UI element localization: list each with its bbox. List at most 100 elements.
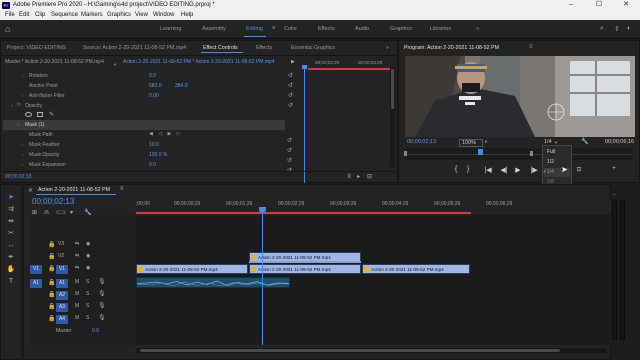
pen-mask-icon[interactable]: ✎ [49,111,54,118]
mask-expansion-value[interactable]: 0.0 [149,162,156,168]
workspace-assembly[interactable]: Assembly [202,26,226,32]
menu-help[interactable]: Help [181,12,193,18]
master-dropdown-icon[interactable]: ▼ [113,62,117,67]
fx-toggle-icon[interactable]: fx [17,102,21,108]
ec-settings-icon[interactable]: ⊟ [367,173,372,180]
program-timecode[interactable]: 00;00;02;13 [407,139,436,145]
lock-icon[interactable]: 🔒 [48,279,55,286]
solo-button[interactable]: S [86,315,89,321]
workspace-audio[interactable]: Audio [355,26,369,32]
type-tool-icon[interactable]: T [5,277,17,287]
ec-play-icon[interactable]: ▶ [291,59,295,65]
minimize-button[interactable]: – [557,0,585,10]
rectangle-mask-icon[interactable] [37,112,43,117]
anchor-y-value[interactable]: 384.0 [175,83,188,89]
timeline-menu-icon[interactable]: ≡ [120,186,124,192]
workspace-more-icon[interactable]: » [476,26,479,32]
expand-icon[interactable]: › [22,93,23,98]
expand-icon[interactable]: ˅ [11,103,13,108]
program-menu-icon[interactable]: ≡ [529,44,533,50]
menu-window[interactable]: Window [153,12,174,18]
timeline-playhead-handle[interactable] [259,207,266,213]
master-clip-label[interactable]: Master * Action 2-20-2021 11-08-52 PM.mp… [5,59,104,65]
track-target-a2[interactable]: A2 [56,291,68,300]
ec-footer-timecode[interactable]: 00;00;02;13 [5,174,31,180]
audio-clip-a1[interactable] [136,277,290,288]
eye-icon[interactable]: ◉ [86,265,90,271]
workspace-learning[interactable]: Learning [160,26,181,32]
ripple-edit-tool-icon[interactable]: ⇹ [5,217,17,227]
tab-effects[interactable]: Effects [256,45,272,51]
reset-icon[interactable]: ↺ [288,92,293,99]
maximize-button[interactable]: ☐ [585,0,613,10]
step-forward-button[interactable]: |▶ [529,166,539,174]
export-frame-icon[interactable]: ⊡ [574,166,584,173]
timeline-close-icon[interactable]: ✕ [28,187,33,194]
ec-export-icon[interactable]: ▸ [357,173,360,180]
resolution-option-half[interactable]: 1/2 [547,159,554,165]
source-patch-a1[interactable]: A1 [30,279,42,288]
microphone-icon[interactable]: 🎙 [98,314,106,321]
play-button[interactable]: ▶ [513,166,523,174]
mask-opacity-value[interactable]: 100.0 % [149,152,167,158]
expand-icon[interactable]: › [22,152,23,157]
search-icon[interactable]: ⌕ [600,25,604,33]
mute-button[interactable]: M [75,291,79,297]
track-target-a4[interactable]: A4 [56,315,68,324]
tab-source[interactable]: Source: Action 2-20-2021 11-08-52 PM.mp4 [83,45,186,51]
solo-button[interactable]: S [86,279,89,285]
tab-project[interactable]: Project: VIDEO EDITING [7,45,66,51]
video-clip-v1[interactable]: Action 2-20-2021 11-08-52 PM.mp4 [362,264,470,274]
rotation-value[interactable]: 0.0 [149,73,156,79]
lock-icon[interactable]: 🔒 [48,315,55,322]
mark-in-button[interactable]: { [451,166,461,173]
mask-feather-value[interactable]: 10.0 [149,142,159,148]
workspace-editing[interactable]: Editing [246,26,263,32]
eye-icon[interactable]: ◉ [86,241,90,247]
solo-button[interactable]: S [86,303,89,309]
sync-lock-icon[interactable]: ⇆ [75,253,79,259]
scrubber-start-handle[interactable] [404,151,407,156]
reset-icon[interactable]: ↺ [288,82,293,89]
meter-solo-icon[interactable]: ◦◦ [612,192,626,198]
pen-tool-icon[interactable]: ✒ [5,253,17,263]
timeline-tab-title[interactable]: Action 2-20-2021 11-08-52 PM [38,187,110,193]
keyframe-toggle-icon[interactable]: ↺ [287,137,292,144]
hand-tool-icon[interactable]: ✋ [5,265,17,275]
sync-lock-icon[interactable]: ⇆ [75,265,79,271]
mute-button[interactable]: M [75,303,79,309]
video-clip-v1[interactable]: Action 2-20-2021 11-08-52 PM.mp4 [249,264,361,274]
reset-icon[interactable]: ↺ [288,72,293,79]
go-to-in-button[interactable]: |◀ [483,166,493,174]
workspace-graphics[interactable]: Graphics [390,26,412,32]
anchor-x-value[interactable]: 683.0 [149,83,162,89]
timeline-timecode[interactable]: 00;00;02;13 [32,197,74,206]
track-select-tool-icon[interactable]: ⇉ [5,205,17,215]
workspace-color[interactable]: Color [284,26,297,32]
mask-track-controls-icon[interactable]: ◀ ◁ ▶ ▷ [149,131,183,137]
resolution-option-full[interactable]: Full [547,149,555,155]
button-editor-icon[interactable]: + [609,166,619,172]
menu-graphics[interactable]: Graphics [107,12,131,18]
menu-markers[interactable]: Markers [81,12,103,18]
lock-icon[interactable]: 🔒 [48,253,55,260]
sequence-clip-label[interactable]: Action 2-20-2021 11-08-52 PM * Action 2-… [123,59,275,65]
lock-icon[interactable]: 🔒 [48,291,55,298]
settings-wrench-icon[interactable]: 🔧 [581,138,588,145]
zoom-dropdown-icon[interactable]: ▼ [484,139,488,144]
razor-tool-icon[interactable]: ✂ [5,229,17,239]
ec-filter-icon[interactable]: ⊻ [347,173,351,180]
solo-button[interactable]: S [86,291,89,297]
microphone-icon[interactable]: 🎙 [98,290,106,297]
menu-clip[interactable]: Clip [35,12,45,18]
track-target-v1[interactable]: V1 [56,265,68,274]
share-icon[interactable]: ⇪ [614,25,620,33]
lock-icon[interactable]: 🔒 [48,303,55,310]
ec-playhead-handle[interactable] [302,65,307,69]
track-target-a1[interactable]: A1 [56,279,68,288]
menu-file[interactable]: File [5,12,15,18]
program-playhead[interactable] [478,149,484,155]
tab-essential-graphics[interactable]: Essential Graphics [291,45,335,51]
home-icon[interactable]: ⌂ [5,24,15,34]
selection-tool-icon[interactable]: ➤ [5,193,17,203]
